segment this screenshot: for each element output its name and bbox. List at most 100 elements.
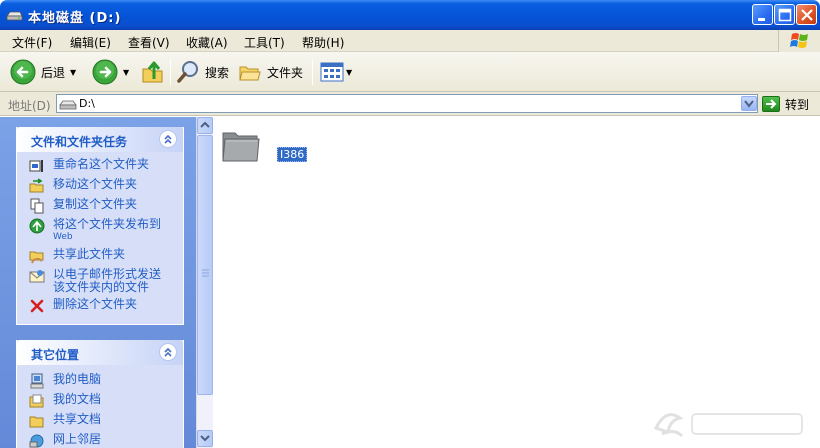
grip-icon [202, 269, 209, 277]
address-label: 地址(D) [8, 99, 51, 113]
forward-dropdown-icon[interactable]: ▼ [123, 68, 129, 77]
copy-icon [30, 198, 44, 214]
email-icon [29, 270, 45, 283]
panel-title: 文件和文件夹任务 [31, 135, 128, 149]
share-icon [29, 251, 44, 264]
task-rename-folder[interactable]: 重命名这个文件夹 [29, 158, 183, 174]
go-arrow-icon [762, 96, 780, 112]
task-pane: 文件和文件夹任务 重命名这个文件夹 移动这个文件夹 复制这个文件夹 将这个文件夹… [0, 117, 196, 448]
task-pane-scrollbar[interactable] [196, 117, 213, 448]
up-button[interactable] [140, 58, 166, 86]
task-publish-web[interactable]: 将这个文件夹发布到 Web [29, 218, 183, 244]
toolbar-separator [312, 59, 313, 85]
rename-icon [29, 160, 43, 172]
window-title: 本地磁盘 (D:) [28, 11, 122, 26]
folder-item[interactable]: I386 [221, 125, 308, 175]
task-email-files[interactable]: 以电子邮件形式发送 该文件夹内的文件 [29, 268, 183, 294]
collapse-button[interactable] [159, 130, 177, 148]
folders-button[interactable]: 文件夹 [238, 58, 303, 86]
address-input[interactable]: D:\ [56, 94, 758, 113]
task-move-folder[interactable]: 移动这个文件夹 [29, 178, 183, 194]
close-icon [801, 9, 813, 21]
windows-flag-icon [790, 33, 808, 48]
menu-bar: 文件(F) 编辑(E) 查看(V) 收藏(A) 工具(T) 帮助(H) [0, 30, 820, 52]
task-label: 以电子邮件形式发送 该文件夹内的文件 [53, 267, 162, 294]
search-label: 搜索 [205, 65, 230, 80]
menu-tools[interactable]: 工具(T) [244, 34, 285, 51]
drive-icon [59, 100, 77, 110]
menu-favorites[interactable]: 收藏(A) [186, 34, 228, 51]
address-dropdown-button[interactable] [741, 96, 757, 111]
forward-arrow-icon [92, 59, 118, 85]
address-value: D:\ [79, 97, 95, 110]
go-button[interactable]: 转到 [762, 95, 809, 113]
network-icon [29, 434, 44, 448]
other-places-header[interactable]: 其它位置 [17, 340, 183, 365]
place-network[interactable]: 网上邻居 [29, 433, 183, 448]
search-icon [177, 61, 198, 83]
place-label: 共享文档 [53, 412, 102, 426]
folders-label: 文件夹 [267, 65, 304, 80]
chevron-down-icon [200, 435, 210, 442]
delete-icon [30, 299, 44, 313]
task-label: 共享此文件夹 [53, 247, 126, 261]
task-label: 重命名这个文件夹 [53, 157, 150, 171]
folders-icon [239, 66, 261, 81]
views-button[interactable]: ▼ [320, 58, 352, 86]
task-label: 删除这个文件夹 [53, 297, 138, 311]
place-my-computer[interactable]: 我的电脑 [29, 373, 183, 389]
toolbar: 后退 ▼ ▼ 搜索 文件夹 ▼ [0, 52, 820, 92]
drive-icon [6, 11, 23, 21]
other-places-panel: 其它位置 我的电脑 我的文档 共享文档 网上邻居 [16, 340, 184, 448]
file-folder-tasks-panel: 文件和文件夹任务 重命名这个文件夹 移动这个文件夹 复制这个文件夹 将这个文件夹… [16, 127, 184, 325]
chevron-down-icon [744, 100, 754, 108]
place-label: 网上邻居 [53, 432, 102, 446]
chevron-up-icon [200, 121, 210, 128]
menu-view[interactable]: 查看(V) [128, 34, 170, 51]
move-icon [29, 178, 44, 193]
task-label: 移动这个文件夹 [53, 177, 138, 191]
views-dropdown-icon[interactable]: ▼ [346, 68, 352, 77]
search-button[interactable]: 搜索 [176, 58, 229, 86]
task-copy-folder[interactable]: 复制这个文件夹 [29, 198, 183, 214]
place-shared-documents[interactable]: 共享文档 [29, 413, 183, 429]
maximize-icon [778, 8, 792, 22]
menu-file[interactable]: 文件(F) [12, 34, 52, 51]
go-label: 转到 [785, 97, 810, 112]
chevron-up-icon [164, 134, 172, 144]
address-bar: 地址(D) D:\ 转到 [0, 92, 820, 116]
close-button[interactable] [796, 4, 817, 25]
task-share-folder[interactable]: 共享此文件夹 [29, 248, 183, 264]
back-button[interactable]: 后退 ▼ [10, 58, 76, 86]
task-label: 复制这个文件夹 [53, 197, 138, 211]
place-my-documents[interactable]: 我的文档 [29, 393, 183, 409]
minimize-icon [758, 18, 765, 21]
folder-name[interactable]: I386 [277, 147, 308, 162]
scroll-down-button[interactable] [197, 430, 213, 447]
place-label: 我的电脑 [53, 372, 102, 386]
my-documents-icon [29, 394, 44, 408]
toolbar-separator [170, 59, 171, 85]
menu-help[interactable]: 帮助(H) [302, 34, 344, 51]
file-folder-tasks-header[interactable]: 文件和文件夹任务 [17, 127, 183, 152]
scroll-up-button[interactable] [197, 117, 213, 134]
shared-documents-icon [29, 416, 44, 428]
maximize-button[interactable] [774, 4, 795, 25]
site-watermark-logo [653, 413, 803, 438]
folder-up-icon [142, 61, 163, 83]
minimize-button[interactable] [752, 4, 773, 25]
back-label: 后退 [41, 65, 66, 80]
place-label: 我的文档 [53, 392, 102, 406]
folder-icon [222, 132, 260, 162]
task-label: 将这个文件夹发布到 Web [53, 217, 162, 243]
title-bar[interactable]: 本地磁盘 (D:) [0, 0, 820, 30]
panel-title: 其它位置 [31, 348, 80, 362]
task-delete-folder[interactable]: 删除这个文件夹 [29, 298, 183, 314]
menu-edit[interactable]: 编辑(E) [70, 34, 111, 51]
my-computer-icon [30, 373, 44, 389]
back-dropdown-icon[interactable]: ▼ [70, 68, 76, 77]
collapse-button[interactable] [159, 343, 177, 361]
scroll-thumb[interactable] [197, 135, 213, 395]
windows-logo [778, 30, 820, 52]
forward-button[interactable]: ▼ [92, 58, 129, 86]
